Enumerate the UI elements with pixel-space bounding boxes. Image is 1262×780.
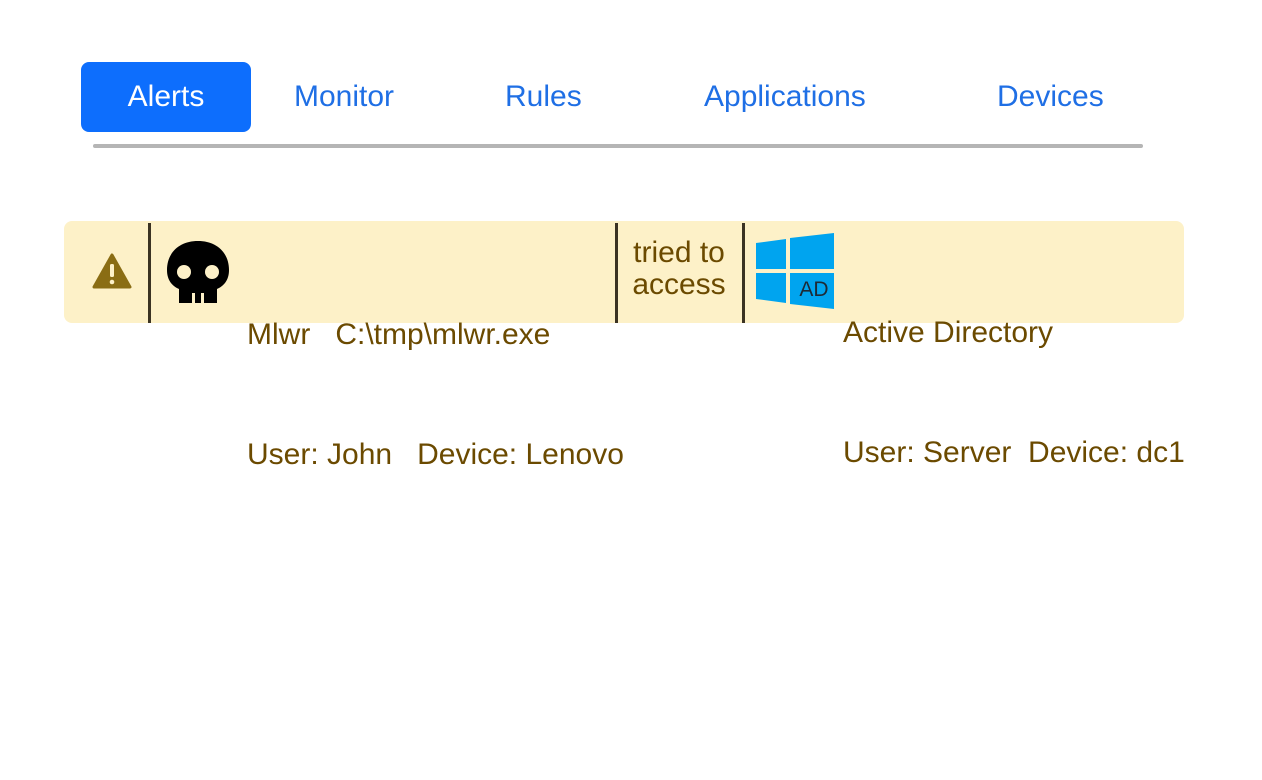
target-user: User: Server <box>843 436 1012 469</box>
tab-applications[interactable]: Applications <box>704 62 866 132</box>
tab-rules[interactable]: Rules <box>505 62 582 132</box>
source-device: Device: Lenovo <box>417 438 624 471</box>
windows-icon: AD <box>756 233 834 309</box>
alert-row[interactable]: Mlwr C:\tmp\mlwr.exe User: John Device: … <box>64 221 1185 471</box>
tab-bar: Alerts Monitor Rules Applications Device… <box>81 62 1143 132</box>
process-name: Mlwr <box>247 318 311 351</box>
source-line2: User: John Device: Lenovo <box>247 435 624 475</box>
target-device: Device: dc1 <box>1028 436 1185 469</box>
windows-icon-label: AD <box>799 278 828 301</box>
warning-triangle-icon <box>92 253 132 289</box>
target-details: Active Directory User: Server Device: dc… <box>843 233 1185 553</box>
app-window: Alerts Monitor Rules Applications Device… <box>0 0 1262 780</box>
source-details: Mlwr C:\tmp\mlwr.exe User: John Device: … <box>247 235 624 555</box>
tab-devices[interactable]: Devices <box>997 62 1104 132</box>
tab-alerts[interactable]: Alerts <box>81 62 251 132</box>
target-name: Active Directory <box>843 316 1054 349</box>
divider <box>148 223 151 323</box>
action-text: tried to access <box>624 237 734 301</box>
tab-underline <box>93 144 1143 148</box>
action-line2: access <box>632 268 726 301</box>
skull-icon <box>167 241 229 303</box>
source-line1: Mlwr C:\tmp\mlwr.exe <box>247 315 624 355</box>
tab-monitor[interactable]: Monitor <box>294 62 394 132</box>
divider <box>615 223 618 323</box>
target-line2: User: Server Device: dc1 <box>843 433 1185 473</box>
source-user: User: John <box>247 438 393 471</box>
action-line1: tried to <box>633 236 725 269</box>
process-path: C:\tmp\mlwr.exe <box>335 318 551 351</box>
divider <box>742 223 745 323</box>
